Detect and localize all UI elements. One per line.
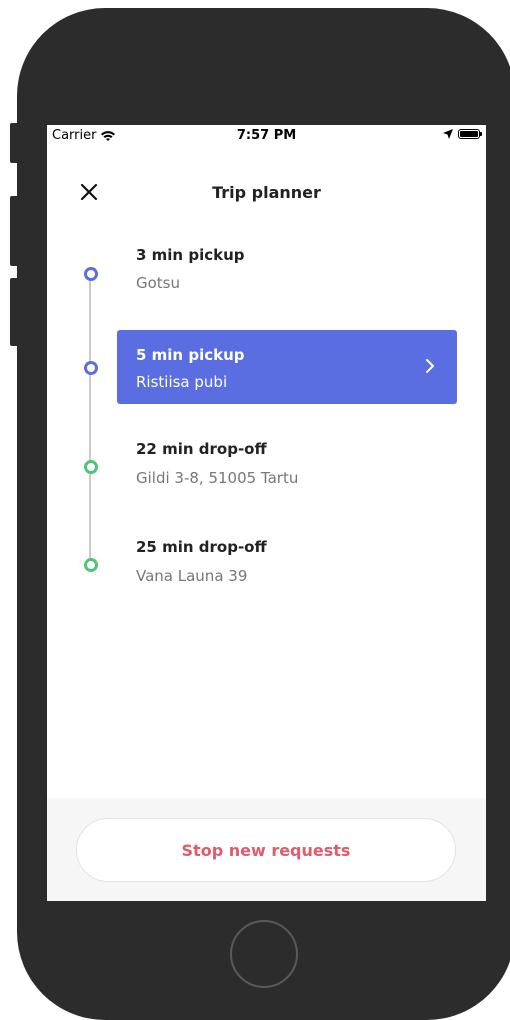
trip-stop-selected[interactable]: 5 min pickup Ristiisa pubi <box>84 330 457 404</box>
stop-title: 25 min drop-off <box>136 538 267 556</box>
trip-stop[interactable]: 3 min pickup Gotsu <box>84 232 457 306</box>
chevron-right-icon <box>426 359 434 373</box>
app-screen: Carrier 7:57 PM Trip planner 3 min picku… <box>47 125 486 901</box>
stop-title: 22 min drop-off <box>136 440 267 458</box>
page-title: Trip planner <box>212 183 321 202</box>
trip-stop[interactable]: 25 min drop-off Vana Launa 39 <box>84 529 457 603</box>
pickup-marker-icon <box>84 267 98 281</box>
stop-address: Gildi 3-8, 51005 Tartu <box>136 469 299 487</box>
clock: 7:57 PM <box>236 128 297 143</box>
stop-address: Ristiisa pubi <box>136 373 228 391</box>
stop-address: Gotsu <box>136 274 181 292</box>
volume-down-button <box>10 278 18 346</box>
volume-up-button <box>10 196 18 266</box>
home-button[interactable] <box>230 920 298 988</box>
timeline-line <box>89 271 91 571</box>
mute-switch <box>10 123 18 163</box>
dropoff-marker-icon <box>84 558 98 572</box>
dropoff-marker-icon <box>84 460 98 474</box>
status-indicators <box>443 129 482 139</box>
pickup-marker-icon <box>84 361 98 375</box>
battery-icon <box>458 129 482 139</box>
trip-stop[interactable]: 22 min drop-off Gildi 3-8, 51005 Tartu <box>84 428 457 502</box>
stop-new-requests-button[interactable]: Stop new requests <box>76 818 456 882</box>
location-arrow-icon <box>443 129 453 139</box>
stop-title: 5 min pickup <box>136 346 245 364</box>
bottom-action-bar: Stop new requests <box>47 798 486 901</box>
status-bar: Carrier 7:57 PM <box>47 125 486 147</box>
stop-title: 3 min pickup <box>136 246 245 264</box>
stop-address: Vana Launa 39 <box>136 567 248 585</box>
